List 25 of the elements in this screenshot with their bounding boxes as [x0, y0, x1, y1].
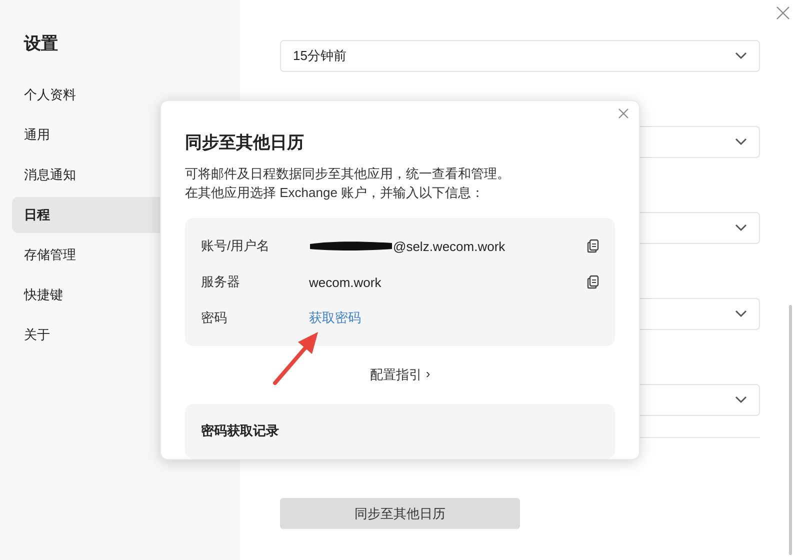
sync-button[interactable]: 同步至其他日历 — [280, 498, 520, 529]
close-icon[interactable] — [618, 108, 629, 119]
scrollbar[interactable] — [789, 305, 792, 555]
sidebar-item[interactable]: 个人资料 — [12, 77, 240, 113]
dialog-description: 可将邮件及日程数据同步至其他应用，统一查看和管理。 — [185, 165, 511, 183]
field-label: 服务器 — [201, 273, 241, 291]
setup-guide-link[interactable]: 配置指引 › — [370, 366, 430, 384]
copy-icon[interactable] — [587, 275, 599, 289]
chevron-icon — [735, 52, 747, 60]
field-label: 密码 — [201, 309, 228, 327]
dropdown-value: 15分钟前 — [293, 47, 346, 65]
record-title: 密码获取记录 — [201, 422, 280, 440]
field-label: 账号/用户名 — [201, 237, 271, 255]
chevron-icon — [735, 138, 747, 146]
field-value: @selz.wecom.work — [393, 238, 506, 254]
chevron-icon — [735, 310, 747, 318]
chevron-icon — [735, 396, 747, 404]
field-value: wecom.work — [309, 274, 382, 290]
close-icon[interactable] — [776, 6, 790, 20]
get-password-link[interactable]: 获取密码 — [309, 309, 361, 327]
sidebar-title: 设置 — [22, 33, 59, 55]
chevron-icon — [735, 224, 747, 232]
dropdown[interactable]: 15分钟前 — [280, 40, 760, 72]
copy-icon[interactable] — [587, 239, 599, 253]
dialog-title: 同步至其他日历 — [185, 132, 304, 154]
